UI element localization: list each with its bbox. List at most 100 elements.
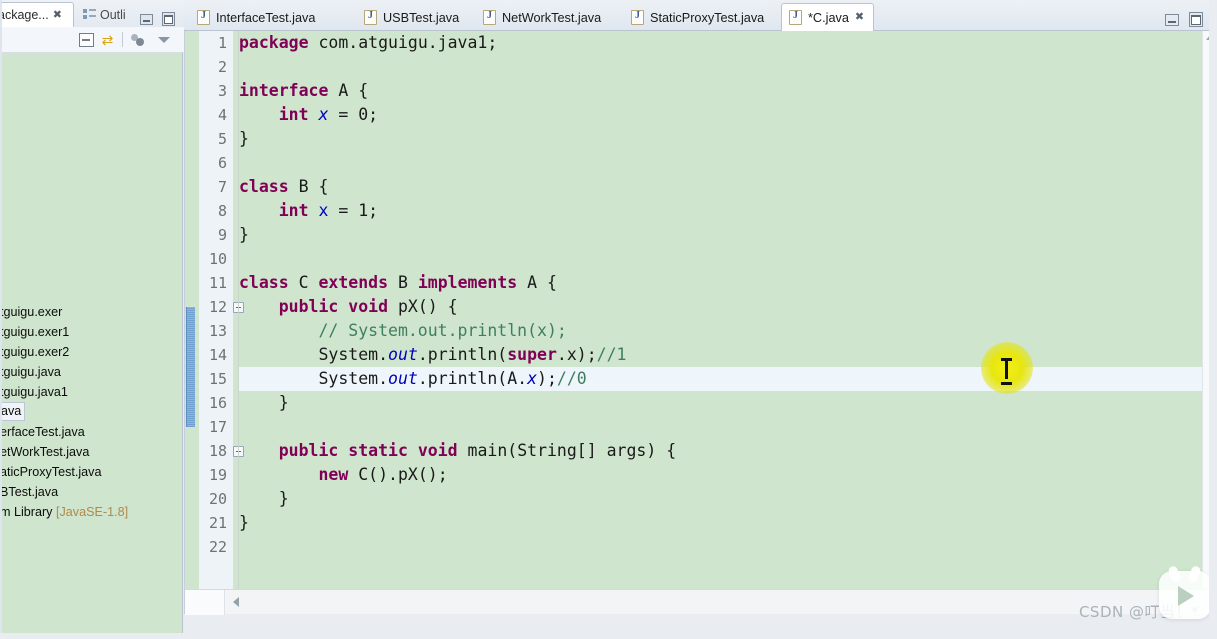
code-line[interactable]: interface A {	[239, 79, 368, 103]
tree-item[interactable]: tguigu.exer1	[0, 322, 69, 342]
code-line[interactable]: }	[239, 391, 289, 415]
editor-tabbar: InterfaceTest.java USBTest.java NetWorkT…	[184, 0, 1217, 32]
tree-item[interactable]: tguigu.java	[0, 362, 61, 382]
left-panel-toolbar: ⇄	[0, 27, 184, 53]
code-line[interactable]: }	[239, 487, 289, 511]
line-number: 5	[217, 130, 227, 148]
tree-item[interactable]: etWorkTest.java	[0, 442, 89, 462]
code-line[interactable]: }	[239, 511, 249, 535]
java-file-icon	[789, 10, 802, 25]
code-line[interactable]: // System.out.println(x);	[239, 319, 566, 343]
tree-item-selected[interactable]: ava	[0, 402, 26, 421]
tab-label: *C.java	[808, 10, 849, 25]
code-line[interactable]: }	[239, 127, 249, 151]
line-number: 15	[208, 370, 227, 388]
tab-outline-label: Outli	[100, 7, 126, 22]
tab-networktest[interactable]: NetWorkTest.java	[476, 4, 610, 31]
close-icon[interactable]: ✖	[53, 9, 62, 21]
code-text-layer[interactable]: package com.atguigu.java1; interface A {…	[239, 31, 1217, 614]
left-panel-tabbar: ackage... ✖ Outli	[0, 0, 184, 27]
tab-usbtest[interactable]: USBTest.java	[357, 4, 468, 31]
line-number-column: 1 2 3 4 5 6 7 8 9 10 11 12 13 14 15 16 1…	[199, 31, 233, 614]
tab-label: USBTest.java	[383, 10, 460, 25]
line-number: 21	[208, 514, 227, 532]
line-number: 20	[208, 490, 227, 508]
panel-left-edge	[0, 0, 2, 639]
code-line[interactable]: class B {	[239, 175, 328, 199]
tree-item[interactable]: tguigu.exer2	[0, 342, 69, 362]
code-line[interactable]: System.out.println(A.x);//0	[239, 367, 586, 391]
scroll-left-arrow-icon[interactable]	[233, 597, 239, 607]
view-menu-icon[interactable]	[157, 33, 172, 47]
code-line[interactable]: public void pX() {	[239, 295, 458, 319]
eclipse-ide-window: ackage... ✖ Outli ⇄ tguigu.exer tguigu.e…	[0, 0, 1217, 639]
line-number: 2	[217, 58, 227, 76]
line-number: 17	[208, 418, 227, 436]
tab-package-explorer[interactable]: ackage... ✖	[0, 2, 74, 27]
line-number: 7	[217, 178, 227, 196]
line-number: 13	[208, 322, 227, 340]
code-line[interactable]: int x = 1;	[239, 199, 378, 223]
line-number: 6	[217, 154, 227, 172]
editor-area: InterfaceTest.java USBTest.java NetWorkT…	[184, 0, 1217, 639]
line-number: 16	[208, 394, 227, 412]
code-line[interactable]: System.out.println(super.x);//1	[239, 343, 626, 367]
left-panel-maximize-button[interactable]	[162, 12, 175, 26]
code-line[interactable]: int x = 0;	[239, 103, 378, 127]
text-cursor-icon	[1001, 358, 1012, 385]
scrollbar-corner	[185, 590, 225, 615]
code-line[interactable]: class C extends B implements A {	[239, 271, 557, 295]
line-number: 9	[217, 226, 227, 244]
tree-item-label: m Library	[0, 505, 53, 519]
line-number: 14	[208, 346, 227, 364]
code-editor[interactable]: 1 2 3 4 5 6 7 8 9 10 11 12 13 14 15 16 1…	[184, 31, 1217, 615]
tree-item[interactable]: tguigu.java1	[0, 382, 68, 402]
line-number: 8	[217, 202, 227, 220]
horizontal-scrollbar[interactable]	[185, 589, 1217, 615]
left-panel-minimize-button[interactable]	[140, 14, 153, 25]
code-line[interactable]: }	[239, 223, 249, 247]
tree-item[interactable]: erfaceTest.java	[0, 422, 85, 442]
collapse-all-icon[interactable]	[79, 33, 94, 47]
line-number: 12	[208, 298, 227, 316]
tree-item[interactable]: aticProxyTest.java	[0, 462, 102, 482]
java-file-icon	[631, 10, 644, 25]
tree-item-jre-library[interactable]: m Library [JavaSE-1.8]	[0, 502, 128, 522]
tab-interfacetest[interactable]: InterfaceTest.java	[190, 4, 324, 31]
editor-minimize-button[interactable]	[1165, 14, 1179, 26]
focus-on-active-task-icon[interactable]	[131, 33, 146, 47]
tab-c-java[interactable]: *C.java ✖	[781, 3, 875, 32]
line-number: 3	[217, 82, 227, 100]
line-number: 1	[217, 34, 227, 52]
tab-outline[interactable]: Outli	[78, 2, 131, 27]
tab-label: InterfaceTest.java	[216, 10, 316, 25]
tree-item[interactable]: tguigu.exer	[0, 302, 62, 322]
line-number: 18	[208, 442, 227, 460]
java-file-icon	[197, 10, 210, 25]
window-bottom-edge	[0, 633, 1217, 639]
tab-label: StaticProxyTest.java	[650, 10, 765, 25]
line-number: 10	[208, 250, 227, 268]
outline-icon	[83, 8, 96, 21]
line-number: 11	[208, 274, 227, 292]
tab-package-explorer-label: ackage...	[0, 8, 49, 22]
java-file-icon	[483, 10, 496, 25]
line-number: 4	[217, 106, 227, 124]
code-line[interactable]: new C().pX();	[239, 463, 447, 487]
editor-maximize-button[interactable]	[1189, 12, 1203, 27]
line-number: 19	[208, 466, 227, 484]
package-explorer-panel: ackage... ✖ Outli ⇄ tguigu.exer tguigu.e…	[0, 0, 184, 639]
close-icon[interactable]: ✖	[855, 12, 864, 23]
tab-label: NetWorkTest.java	[502, 10, 602, 25]
tree-item-badge: [JavaSE-1.8]	[55, 505, 129, 519]
tab-staticproxytest[interactable]: StaticProxyTest.java	[624, 4, 773, 31]
line-number: 22	[208, 538, 227, 556]
play-button-overlay-icon[interactable]	[1159, 564, 1211, 619]
tree-item[interactable]: BTest.java	[0, 482, 58, 502]
window-right-edge	[1209, 0, 1217, 639]
java-file-icon	[364, 10, 377, 25]
code-line[interactable]: public static void main(String[] args) {	[239, 439, 676, 463]
package-explorer-tree[interactable]: tguigu.exer tguigu.exer1 tguigu.exer2 tg…	[0, 53, 183, 639]
link-with-editor-icon[interactable]: ⇄	[100, 33, 115, 47]
code-line[interactable]: package com.atguigu.java1;	[239, 31, 497, 55]
